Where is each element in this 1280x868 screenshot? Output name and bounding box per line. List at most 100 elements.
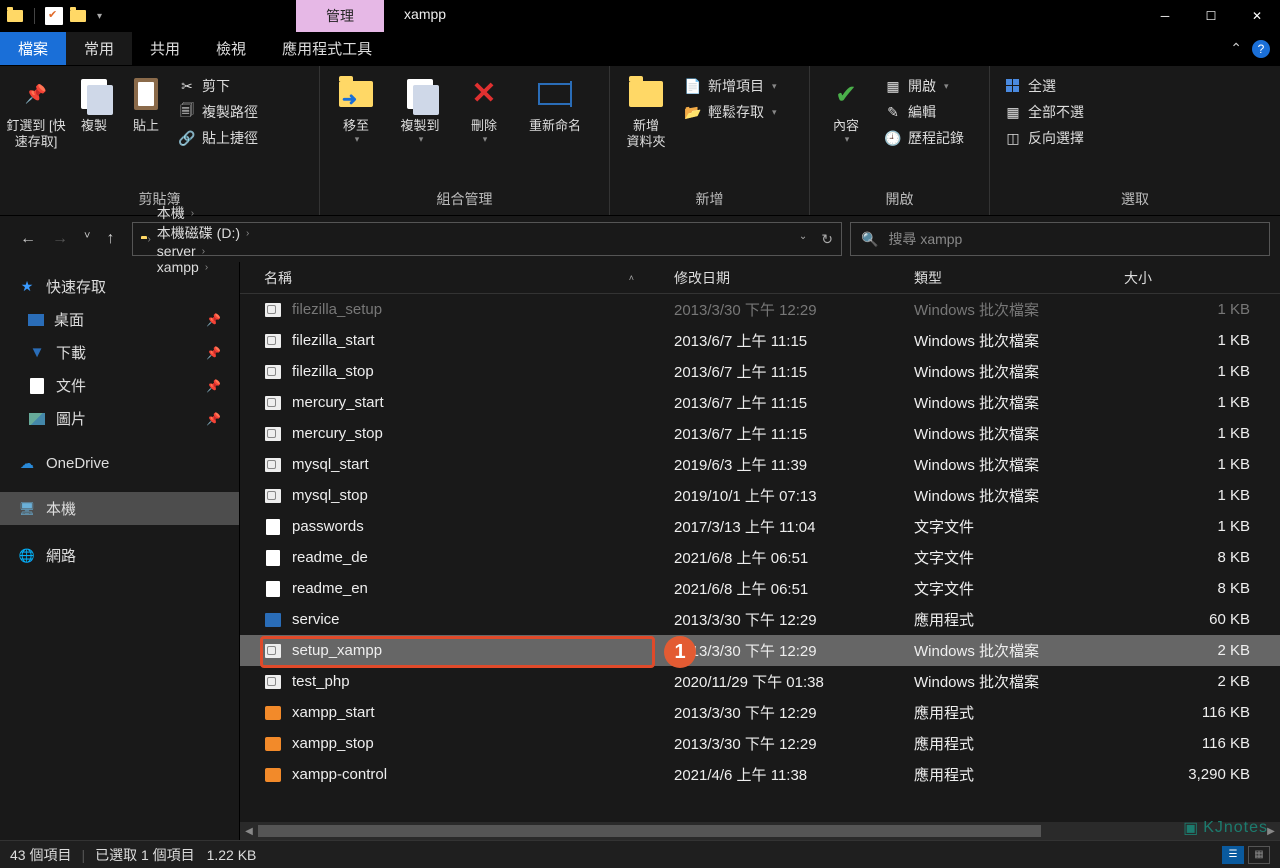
ribbon: 📌 釘選到 [快速存取] 複製 貼上 ✂剪下 🗐複製路徑 🔗貼上捷徑 剪貼簿 ➜…: [0, 66, 1280, 216]
file-date: 2019/6/3 上午 11:39: [674, 454, 914, 475]
window-title: xampp: [384, 0, 466, 32]
file-row[interactable]: passwords2017/3/13 上午 11:04文字文件1 KB: [240, 511, 1280, 542]
breadcrumb-segment[interactable]: 本機 ›: [157, 203, 250, 223]
maximize-button[interactable]: ☐: [1188, 0, 1234, 32]
file-row[interactable]: filezilla_start2013/6/7 上午 11:15Windows …: [240, 325, 1280, 356]
pin-to-quick-access-button[interactable]: 📌 釘選到 [快速存取]: [4, 72, 68, 155]
file-row[interactable]: readme_de2021/6/8 上午 06:51文字文件8 KB: [240, 542, 1280, 573]
collapse-ribbon-icon[interactable]: ⌃: [1230, 40, 1242, 57]
column-headers[interactable]: 名稱˄ 修改日期 類型 大小: [240, 262, 1280, 294]
file-row[interactable]: mercury_stop2013/6/7 上午 11:15Windows 批次檔…: [240, 418, 1280, 449]
file-row[interactable]: service2013/3/30 下午 12:29應用程式60 KB: [240, 604, 1280, 635]
file-icon: [264, 549, 282, 567]
rename-button[interactable]: 重新命名: [516, 72, 594, 138]
file-date: 2019/10/1 上午 07:13: [674, 485, 914, 506]
nav-forward-button[interactable]: →: [52, 230, 68, 248]
help-icon[interactable]: ?: [1252, 40, 1270, 58]
sidebar-downloads[interactable]: ▼下載📌: [0, 336, 239, 369]
select-none-button[interactable]: ▦全部不選: [1004, 102, 1084, 122]
copy-to-button[interactable]: 複製到▾: [388, 72, 452, 150]
scrollbar-thumb[interactable]: [258, 825, 1041, 837]
qat-newfolder-icon[interactable]: [69, 7, 87, 25]
sidebar-network[interactable]: 🌐網路: [0, 539, 239, 572]
status-item-count: 43 個項目: [10, 845, 71, 865]
new-folder-button[interactable]: 新增 資料夾: [614, 72, 678, 155]
file-size: 2 KB: [1124, 642, 1280, 659]
file-name: passwords: [292, 518, 364, 535]
move-to-button[interactable]: ➜移至▾: [324, 72, 388, 150]
file-row[interactable]: mysql_stop2019/10/1 上午 07:13Windows 批次檔案…: [240, 480, 1280, 511]
tab-home[interactable]: 常用: [66, 32, 132, 65]
minimize-button[interactable]: ─: [1142, 0, 1188, 32]
file-icon: [264, 487, 282, 505]
file-row[interactable]: setup_xampp2013/3/30 下午 12:29Windows 批次檔…: [240, 635, 1280, 666]
breadcrumb-segment[interactable]: server ›: [157, 243, 250, 259]
file-row[interactable]: filezilla_setup2013/3/30 下午 12:29Windows…: [240, 294, 1280, 325]
breadcrumb-segment[interactable]: 本機磁碟 (D:) ›: [157, 223, 250, 243]
select-all-button[interactable]: 全選: [1004, 76, 1084, 96]
file-type: Windows 批次檔案: [914, 671, 1124, 692]
file-size: 1 KB: [1124, 332, 1280, 349]
new-item-button[interactable]: 📄新增項目▾: [684, 76, 777, 96]
view-thumbnails-button[interactable]: ▦: [1248, 846, 1270, 864]
nav-recent-button[interactable]: ˅: [84, 230, 90, 248]
paste-button[interactable]: 貼上: [120, 72, 172, 138]
file-name: mercury_stop: [292, 425, 383, 442]
file-date: 2013/3/30 下午 12:29: [674, 640, 914, 661]
invert-selection-button[interactable]: ◫反向選擇: [1004, 128, 1084, 148]
close-button[interactable]: ✕: [1234, 0, 1280, 32]
file-type: 應用程式: [914, 733, 1124, 754]
file-row[interactable]: mysql_start2019/6/3 上午 11:39Windows 批次檔案…: [240, 449, 1280, 480]
cut-button[interactable]: ✂剪下: [178, 76, 258, 96]
file-size: 1 KB: [1124, 487, 1280, 504]
address-bar[interactable]: › 本機 › 本機磁碟 (D:) › server › xampp › ⌄ ↻: [132, 222, 842, 256]
address-dropdown-icon[interactable]: ⌄: [799, 231, 807, 248]
copy-button[interactable]: 複製: [68, 72, 120, 138]
file-type: 應用程式: [914, 764, 1124, 785]
delete-button[interactable]: ✕刪除▾: [452, 72, 516, 150]
file-row[interactable]: xampp_stop2013/3/30 下午 12:29應用程式116 KB: [240, 728, 1280, 759]
properties-button[interactable]: ✔內容▾: [814, 72, 878, 150]
file-row[interactable]: xampp-control2021/4/6 上午 11:38應用程式3,290 …: [240, 759, 1280, 790]
sidebar-desktop[interactable]: 桌面📌: [0, 303, 239, 336]
sidebar-pictures[interactable]: 圖片📌: [0, 402, 239, 435]
file-icon: [264, 580, 282, 598]
contextual-tab[interactable]: 管理: [296, 0, 384, 32]
refresh-icon[interactable]: ↻: [821, 231, 833, 248]
file-row[interactable]: test_php2020/11/29 下午 01:38Windows 批次檔案2…: [240, 666, 1280, 697]
file-name: mysql_stop: [292, 487, 368, 504]
file-row[interactable]: mercury_start2013/6/7 上午 11:15Windows 批次…: [240, 387, 1280, 418]
view-details-button[interactable]: ☰: [1222, 846, 1244, 864]
sidebar-documents[interactable]: 文件📌: [0, 369, 239, 402]
open-button[interactable]: ▦開啟▾: [884, 76, 964, 96]
file-type: Windows 批次檔案: [914, 423, 1124, 444]
sidebar-this-pc[interactable]: 🖥本機: [0, 492, 239, 525]
annotation-badge: 1: [664, 636, 696, 668]
file-row[interactable]: xampp_start2013/3/30 下午 12:29應用程式116 KB: [240, 697, 1280, 728]
tab-file[interactable]: 檔案: [0, 32, 66, 65]
tab-app-tools[interactable]: 應用程式工具: [264, 32, 390, 65]
sidebar-quick-access[interactable]: ★快速存取: [0, 270, 239, 303]
group-new-label: 新增: [614, 189, 805, 215]
history-button[interactable]: 🕘歷程記錄: [884, 128, 964, 148]
sidebar-onedrive[interactable]: ☁OneDrive: [0, 449, 239, 478]
edit-button[interactable]: ✎編輯: [884, 102, 964, 122]
copy-path-button[interactable]: 🗐複製路徑: [178, 102, 258, 122]
file-row[interactable]: filezilla_stop2013/6/7 上午 11:15Windows 批…: [240, 356, 1280, 387]
file-name: service: [292, 611, 340, 628]
scroll-left-icon[interactable]: ◀: [240, 826, 258, 837]
tab-share[interactable]: 共用: [132, 32, 198, 65]
file-date: 2013/3/30 下午 12:29: [674, 299, 914, 320]
easy-access-button[interactable]: 📂輕鬆存取▾: [684, 102, 777, 122]
nav-up-button[interactable]: ↑: [106, 230, 114, 248]
group-organize-label: 組合管理: [324, 189, 605, 215]
file-row[interactable]: readme_en2021/6/8 上午 06:51文字文件8 KB: [240, 573, 1280, 604]
tab-view[interactable]: 檢視: [198, 32, 264, 65]
horizontal-scrollbar[interactable]: ◀ ▶: [240, 822, 1280, 840]
qat-properties-icon[interactable]: ✔: [45, 7, 63, 25]
search-box[interactable]: 🔍 搜尋 xampp: [850, 222, 1270, 256]
paste-shortcut-button[interactable]: 🔗貼上捷徑: [178, 128, 258, 148]
nav-back-button[interactable]: ←: [20, 230, 36, 248]
file-type: Windows 批次檔案: [914, 299, 1124, 320]
qat-customize-icon[interactable]: ▾: [93, 11, 106, 22]
